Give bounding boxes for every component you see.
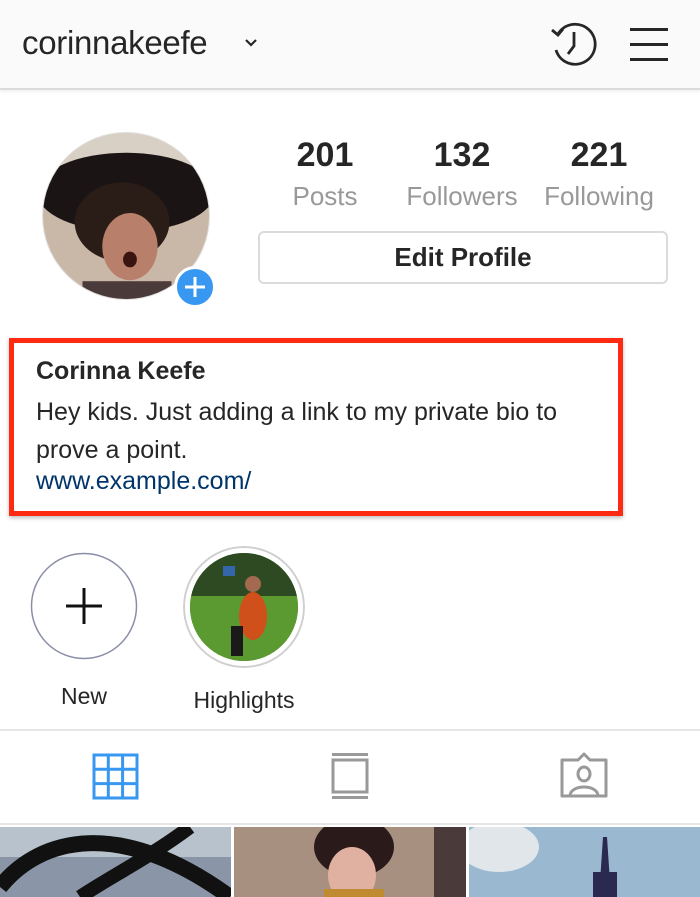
bio-link[interactable]: www.example.com/ — [36, 467, 251, 496]
bio-text: Hey kids. Just adding a link to my priva… — [36, 398, 558, 464]
plus-icon — [30, 552, 138, 660]
post-thumbnail[interactable] — [0, 827, 231, 897]
following-count: 221 — [570, 136, 628, 174]
username-switcher[interactable]: corinnakeefe — [22, 24, 208, 62]
divider — [0, 823, 700, 825]
edit-profile-button[interactable]: Edit Profile — [258, 231, 668, 284]
chevron-down-icon[interactable] — [242, 34, 260, 52]
history-icon[interactable] — [548, 20, 598, 70]
divider — [0, 729, 700, 731]
grid-icon[interactable] — [90, 752, 142, 800]
post-thumbnail[interactable] — [234, 827, 466, 897]
posts-count: 201 — [296, 136, 354, 174]
menu-icon[interactable] — [628, 24, 670, 64]
highlight-photo — [183, 546, 305, 668]
display-name: Corinna Keefe — [36, 357, 206, 385]
new-highlight-button[interactable]: New — [28, 552, 140, 710]
posts-label: Posts — [292, 181, 358, 211]
following-label: Following — [544, 181, 654, 211]
followers-stat[interactable]: 132 Followers — [398, 136, 526, 212]
highlight-label: Highlights — [193, 687, 295, 713]
bio-highlight-box: Corinna Keefe Hey kids. Just adding a li… — [9, 338, 623, 516]
post-thumbnail[interactable] — [469, 827, 700, 897]
posts-stat[interactable]: 201 Posts — [280, 136, 370, 212]
highlight-item[interactable]: Highlights — [180, 546, 308, 714]
new-highlight-label: New — [60, 683, 107, 709]
add-story-button[interactable] — [174, 266, 216, 308]
followers-count: 132 — [433, 136, 491, 174]
following-stat[interactable]: 221 Following — [536, 136, 662, 212]
followers-label: Followers — [406, 181, 518, 211]
top-bar: corinnakeefe — [0, 0, 700, 90]
feed-icon[interactable] — [324, 752, 376, 800]
tagged-icon[interactable] — [558, 752, 610, 800]
